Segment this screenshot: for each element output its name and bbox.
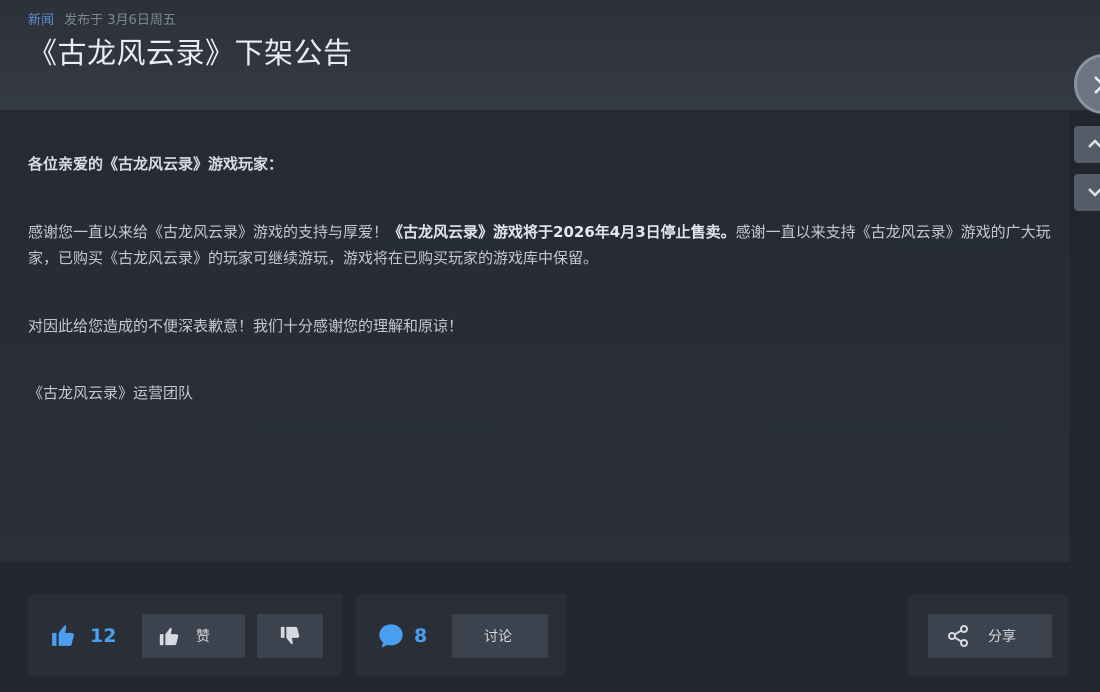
announcement-body: 各位亲爱的《古龙风云录》游戏玩家： 感谢您一直以来给《古龙风云录》游戏的支持与厚… bbox=[0, 110, 1070, 562]
like-count: 12 bbox=[90, 625, 117, 647]
announcement-paragraph: 感谢您一直以来给《古龙风云录》游戏的支持与厚爱！《古龙风云录》游戏将于2026年… bbox=[28, 219, 1068, 271]
signature: 《古龙风云录》运营团队 bbox=[28, 384, 194, 402]
page-title: 《古龙风云录》下架公告 bbox=[28, 36, 353, 70]
share-label: 分享 bbox=[988, 629, 1016, 645]
paragraph-text-a: 感谢您一直以来给《古龙风云录》游戏的支持与厚爱！ bbox=[28, 223, 389, 241]
close-icon bbox=[1094, 76, 1100, 94]
comment-icon bbox=[379, 624, 403, 648]
previous-button[interactable] bbox=[1074, 126, 1100, 163]
post-date: 发布于 3月6日周五 bbox=[64, 13, 176, 28]
next-button[interactable] bbox=[1074, 174, 1100, 211]
chevron-down-icon bbox=[1088, 188, 1100, 197]
greeting: 各位亲爱的《古龙风云录》游戏玩家： bbox=[28, 155, 284, 173]
upvote-label: 赞 bbox=[196, 629, 210, 645]
thumbs-up-icon bbox=[52, 625, 74, 646]
share-button[interactable]: 分享 bbox=[928, 614, 1052, 658]
thumbs-down-icon bbox=[280, 626, 300, 645]
comments-panel: 8 讨论 bbox=[356, 594, 566, 676]
news-tag[interactable]: 新闻 bbox=[28, 13, 54, 28]
upvote-button[interactable]: 赞 bbox=[142, 614, 245, 658]
chevron-up-icon bbox=[1088, 139, 1100, 148]
thumbs-up-icon bbox=[159, 627, 179, 646]
downvote-button[interactable] bbox=[257, 614, 323, 658]
discuss-label: 讨论 bbox=[484, 629, 512, 645]
comment-count: 8 bbox=[414, 625, 428, 647]
post-meta: 新闻 发布于 3月6日周五 bbox=[28, 9, 176, 28]
paragraph-bold: 《古龙风云录》游戏将于2026年4月3日停止售卖。 bbox=[388, 223, 736, 241]
share-panel: 分享 bbox=[908, 594, 1068, 676]
news-header: 新闻 发布于 3月6日周五 《古龙风云录》下架公告 bbox=[0, 0, 1100, 110]
discuss-button[interactable]: 讨论 bbox=[452, 614, 548, 658]
action-bar: 12 赞 8 讨论 分享 bbox=[0, 562, 1100, 692]
apology-paragraph: 对因此给您造成的不便深表歉意！我们十分感谢您的理解和原谅！ bbox=[28, 317, 464, 335]
rating-panel: 12 赞 bbox=[28, 594, 342, 676]
share-icon bbox=[948, 625, 968, 647]
